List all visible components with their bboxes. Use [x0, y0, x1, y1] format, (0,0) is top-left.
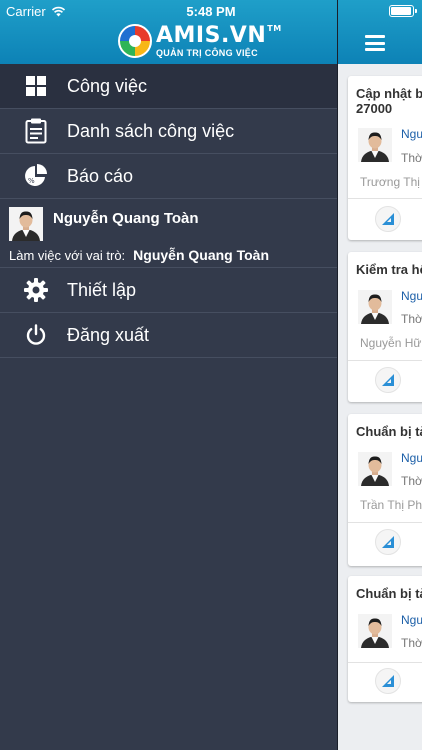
logo-emblem-icon — [118, 24, 152, 58]
gear-icon — [15, 274, 57, 306]
card-action-button[interactable] — [375, 367, 401, 393]
hamburger-menu-icon[interactable] — [365, 35, 385, 51]
card-action-button[interactable] — [375, 668, 401, 694]
role-row: Làm việc với vai trò: Nguyễn Quang Toàn — [9, 247, 269, 263]
task-card[interactable]: Chuẩn bị tà Ngu Thờ Trần Thị Ph — [348, 414, 422, 566]
grid-icon — [15, 70, 57, 102]
current-user-panel[interactable]: Nguyễn Quang Toàn Làm việc với vai trò: N… — [0, 199, 337, 268]
triangle-ruler-icon — [382, 675, 394, 687]
pie-chart-icon: % — [15, 160, 57, 192]
avatar — [358, 614, 392, 648]
task-card[interactable]: Kiểm tra hệ Ngu Thờ Nguyễn Hữ — [348, 252, 422, 402]
assignee-name[interactable]: Ngu — [401, 451, 422, 465]
role-value[interactable]: Nguyễn Quang Toàn — [133, 247, 269, 263]
assignee-name[interactable]: Ngu — [401, 289, 422, 303]
clock: 5:48 PM — [186, 4, 236, 19]
avatar — [358, 290, 392, 324]
avatar — [9, 207, 43, 241]
task-owner: Trần Thị Ph — [360, 498, 422, 512]
triangle-ruler-icon — [382, 536, 394, 548]
avatar — [358, 128, 392, 162]
status-bar: Carrier 5:48 PM — [0, 0, 422, 22]
triangle-ruler-icon — [382, 374, 394, 386]
task-title: Kiểm tra hệ — [356, 262, 422, 277]
menu-item-danh-sach-cong-viec[interactable]: Danh sách công việc — [0, 109, 337, 154]
task-time: Thờ — [401, 151, 422, 165]
task-title-line2: 27000 — [356, 101, 393, 116]
task-title: Chuẩn bị tà — [356, 586, 422, 601]
triangle-ruler-icon — [382, 213, 394, 225]
navigation-drawer: AMIS.VN TM QUẢN TRỊ CÔNG VIỆC Công việc D… — [0, 0, 337, 750]
task-time: Thờ — [401, 312, 422, 326]
task-card[interactable]: Cập nhật b 27000 Ngu Thờ Trương Thị — [348, 76, 422, 240]
svg-text:%: % — [28, 177, 35, 185]
menu-item-label: Danh sách công việc — [67, 120, 235, 141]
menu-item-label: Đăng xuất — [67, 324, 150, 345]
card-divider — [348, 360, 422, 361]
role-label: Làm việc với vai trò: — [9, 248, 126, 263]
task-owner: Nguyễn Hữ — [360, 336, 422, 350]
assignee-name[interactable]: Ngu — [401, 127, 422, 141]
menu-item-dang-xuat[interactable]: Đăng xuất — [0, 313, 337, 358]
logo-brand: AMIS.VN — [156, 22, 267, 48]
menu-item-label: Công việc — [67, 75, 148, 96]
task-title: Cập nhật b 27000 — [356, 86, 422, 116]
logo-tagline: QUẢN TRỊ CÔNG VIỆC — [156, 47, 258, 58]
menu-item-label: Thiết lập — [67, 279, 137, 300]
task-title: Chuẩn bị tà — [356, 424, 422, 439]
menu-item-thiet-lap[interactable]: Thiết lập — [0, 268, 337, 313]
task-time: Thờ — [401, 636, 422, 650]
power-icon — [15, 319, 57, 351]
amis-logo: AMIS.VN TM QUẢN TRỊ CÔNG VIỆC — [118, 24, 282, 58]
card-divider — [348, 198, 422, 199]
card-divider — [348, 662, 422, 663]
menu-item-bao-cao[interactable]: % Báo cáo — [0, 154, 337, 199]
task-owner: Trương Thị — [360, 175, 420, 189]
menu-item-cong-viec[interactable]: Công việc — [0, 64, 337, 109]
task-time: Thờ — [401, 474, 422, 488]
avatar — [358, 452, 392, 486]
card-divider — [348, 522, 422, 523]
menu-item-label: Báo cáo — [67, 165, 134, 186]
card-action-button[interactable] — [375, 206, 401, 232]
assignee-name[interactable]: Ngu — [401, 613, 422, 627]
task-list-pane: Cập nhật b 27000 Ngu Thờ Trương Thị Kiểm … — [337, 0, 422, 750]
battery-icon — [389, 5, 417, 17]
user-name: Nguyễn Quang Toàn — [53, 210, 199, 227]
logo-trademark: TM — [267, 23, 282, 33]
card-action-button[interactable] — [375, 529, 401, 555]
clipboard-icon — [15, 115, 57, 147]
task-card[interactable]: Chuẩn bị tà Ngu Thờ — [348, 576, 422, 702]
